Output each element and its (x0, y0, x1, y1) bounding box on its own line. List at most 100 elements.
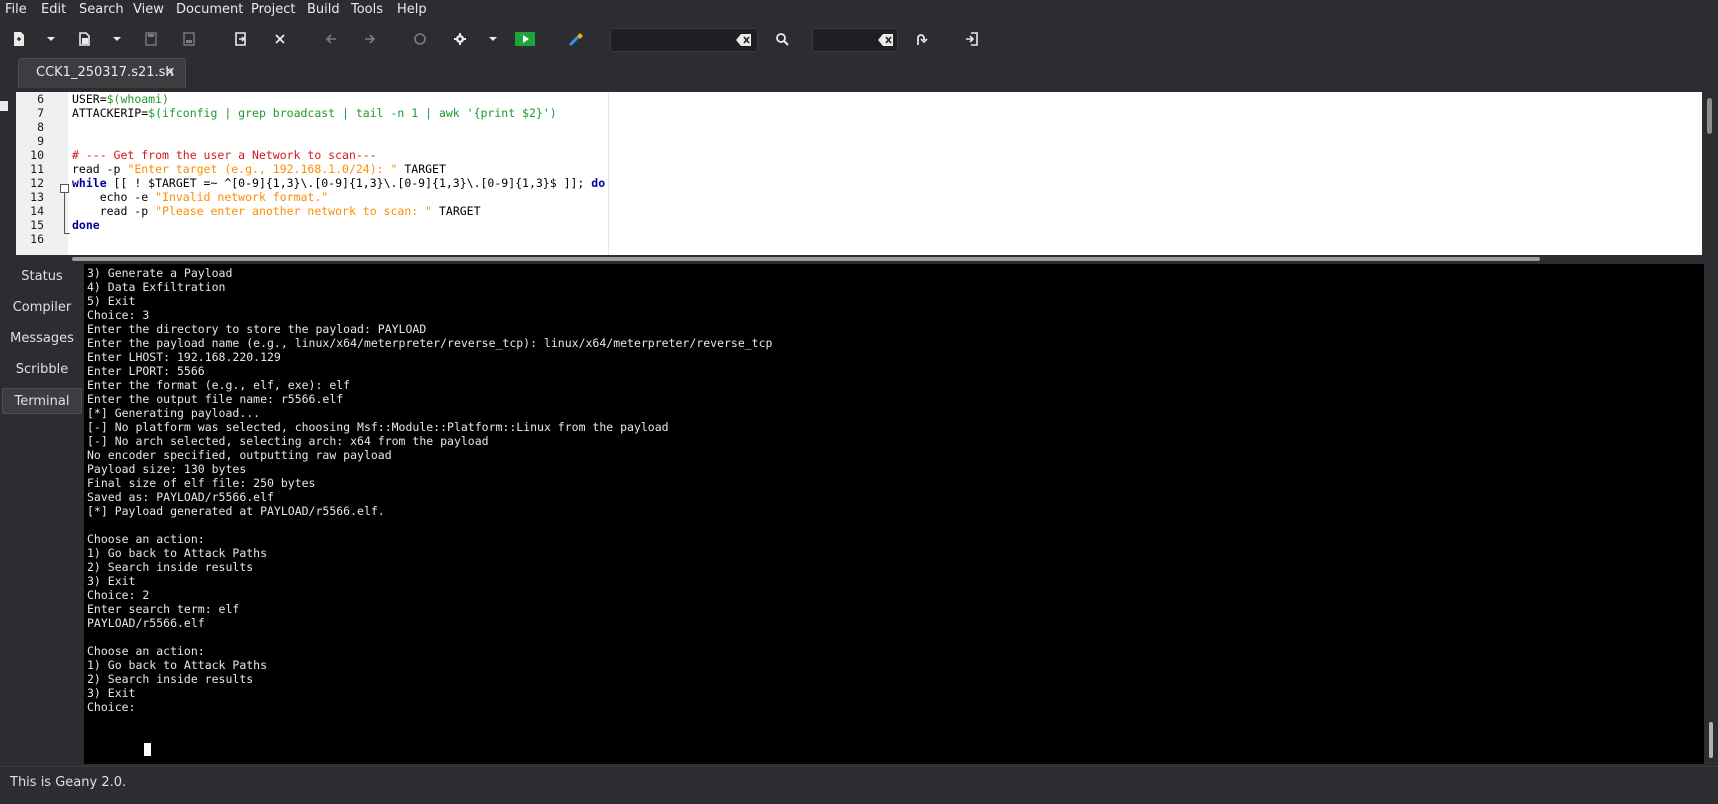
terminal-line: Enter search term: elf (87, 602, 240, 616)
jump-to-line-icon[interactable] (910, 28, 932, 50)
code-token: read -p (72, 162, 128, 176)
close-icon[interactable] (269, 28, 291, 50)
menu-view[interactable]: View (133, 2, 164, 17)
line-number: 14 (30, 204, 44, 218)
line-number: 16 (30, 232, 44, 246)
code-token: done (72, 218, 100, 232)
fold-marker-icon[interactable] (60, 184, 69, 193)
line-number: 10 (30, 148, 44, 162)
terminal-scrollbar[interactable] (1704, 264, 1718, 764)
terminal-line: [*] Payload generated at PAYLOAD/r5566.e… (87, 504, 385, 518)
code-line: USER=$(whoami) (72, 92, 169, 106)
terminal-line: Enter the directory to store the payload… (87, 322, 427, 336)
terminal[interactable]: 3) Generate a Payload 4) Data Exfiltratio… (84, 264, 1704, 764)
line-number-gutter: 6 7 8 9 10 11 12 13 14 15 16 (16, 92, 68, 255)
terminal-line: 3) Exit (87, 686, 136, 700)
status-bar: This is Geany 2.0. (0, 766, 1718, 804)
editor-vertical-scrollbar[interactable] (1702, 92, 1718, 255)
editor-horizontal-scrollbar[interactable] (72, 255, 1702, 263)
terminal-line: Choice: (87, 700, 143, 714)
line-number: 7 (37, 106, 44, 120)
code-token: ATTACKERIP= (72, 106, 149, 120)
terminal-line: PAYLOAD/r5566.elf (87, 616, 205, 630)
clear-icon[interactable] (878, 32, 894, 46)
menu-document[interactable]: Document (176, 2, 243, 17)
save-all-icon[interactable] (178, 28, 200, 50)
scrollbar-thumb[interactable] (72, 257, 1540, 261)
terminal-line: Choice: 2 (87, 588, 150, 602)
terminal-line: 1) Go back to Attack Paths (87, 658, 268, 672)
terminal-line: Enter LHOST: 192.168.220.129 (87, 350, 281, 364)
tab-status[interactable]: Status (2, 264, 82, 290)
code-token: "Invalid network format." (155, 190, 329, 204)
tab-close-icon[interactable]: × (164, 64, 176, 80)
new-file-icon[interactable] (8, 28, 30, 50)
terminal-line: No encoder specified, outputting raw pay… (87, 448, 392, 462)
color-picker-icon[interactable] (565, 28, 587, 50)
menu-help[interactable]: Help (397, 2, 427, 17)
run-icon[interactable] (514, 28, 536, 50)
code-token: USER= (72, 92, 107, 106)
code-token: TARGET (432, 204, 481, 218)
terminal-line: 5) Exit (87, 294, 136, 308)
terminal-line: Enter the output file name: r5566.elf (87, 392, 344, 406)
menu-project[interactable]: Project (251, 2, 295, 17)
code-line: while [[ ! $TARGET =~ ^[0-9]{1,3}\.[0-9]… (72, 176, 605, 190)
terminal-line: Payload size: 130 bytes (87, 462, 247, 476)
terminal-line: Choose an action: (87, 532, 205, 546)
forward-arrow-icon[interactable] (359, 28, 381, 50)
long-line-marker (608, 92, 609, 255)
menu-edit[interactable]: Edit (41, 2, 66, 17)
menu-bar: File Edit Search View Document Project B… (0, 0, 1718, 22)
terminal-line: [-] No arch selected, selecting arch: x6… (87, 434, 489, 448)
terminal-line: Final size of elf file: 250 bytes (87, 476, 316, 490)
terminal-line: [-] No platform was selected, choosing M… (87, 420, 669, 434)
build-gear-icon[interactable] (449, 28, 471, 50)
line-number: 9 (37, 134, 44, 148)
tab-messages[interactable]: Messages (2, 326, 82, 352)
reload-icon[interactable] (409, 28, 431, 50)
terminal-line: Choose an action: (87, 644, 205, 658)
close-icon[interactable] (0, 101, 8, 111)
code-line: # --- Get from the user a Network to sca… (72, 148, 377, 162)
terminal-cursor (144, 743, 151, 756)
dropdown-arrow-icon[interactable] (482, 28, 504, 50)
terminal-line: 4) Data Exfiltration (87, 280, 226, 294)
status-text: This is Geany 2.0. (10, 775, 127, 790)
tab-document[interactable]: CCK1_250317.s21.sh × (18, 58, 186, 88)
menu-search[interactable]: Search (79, 2, 124, 17)
save-icon[interactable] (140, 28, 162, 50)
terminal-line: 3) Generate a Payload (87, 266, 233, 280)
quit-icon[interactable] (961, 28, 983, 50)
code-token: "Please enter another network to scan: " (155, 204, 433, 218)
dropdown-arrow-icon[interactable] (106, 28, 128, 50)
tab-compiler[interactable]: Compiler (2, 295, 82, 321)
code-line: read -p "Enter target (e.g., 192.168.1.0… (72, 162, 446, 176)
scrollbar-thumb[interactable] (1709, 722, 1713, 758)
code-token: echo -e (72, 190, 156, 204)
menu-tools[interactable]: Tools (351, 2, 383, 17)
line-number: 12 (30, 176, 44, 190)
code-token: do (591, 176, 606, 190)
menu-file[interactable]: File (5, 2, 27, 17)
dropdown-arrow-icon[interactable] (40, 28, 62, 50)
clear-icon[interactable] (736, 32, 752, 46)
message-window-tabs: Status Compiler Messages Scribble Termin… (0, 264, 84, 764)
toolbar (0, 22, 1718, 56)
scrollbar-thumb[interactable] (1707, 98, 1712, 134)
fold-end (64, 233, 70, 234)
revert-icon[interactable] (230, 28, 252, 50)
menu-build[interactable]: Build (307, 2, 340, 17)
back-arrow-icon[interactable] (320, 28, 342, 50)
tab-terminal[interactable]: Terminal (2, 388, 82, 414)
code-line: read -p "Please enter another network to… (72, 204, 481, 218)
open-file-icon[interactable] (74, 28, 96, 50)
code-editor[interactable]: 6 7 8 9 10 11 12 13 14 15 16 USER=$(whoami) ATTACKE… (16, 92, 1702, 255)
line-number: 6 (37, 92, 44, 106)
document-tabs: CCK1_250317.s21.sh × (0, 56, 1718, 92)
terminal-line: [*] Generating payload... (87, 406, 261, 420)
search-icon[interactable] (771, 28, 793, 50)
line-number: 8 (37, 120, 44, 134)
code-token: TARGET (397, 162, 446, 176)
tab-scribble[interactable]: Scribble (2, 357, 82, 383)
